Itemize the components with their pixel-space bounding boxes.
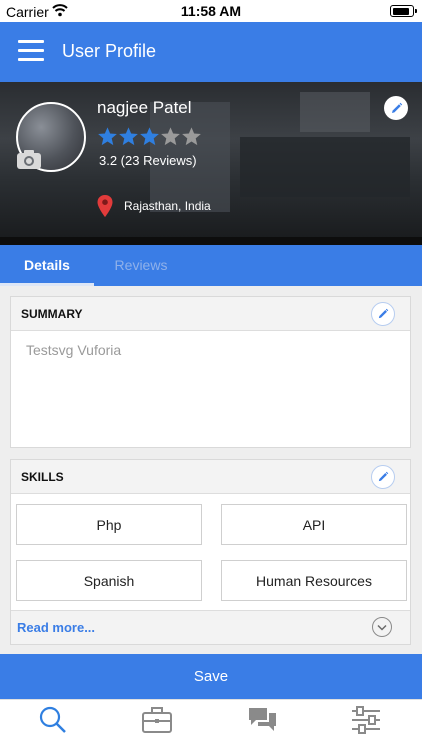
tab-details[interactable]: Details: [0, 245, 94, 286]
expand-skills-button[interactable]: [372, 617, 392, 637]
save-button[interactable]: Save: [0, 654, 422, 699]
skill-chip[interactable]: Php: [16, 504, 202, 545]
location-pin-icon: [97, 195, 113, 217]
hamburger-menu-icon[interactable]: [18, 40, 44, 62]
rating-text: 3.2 (23 Reviews): [99, 153, 197, 168]
star-filled-icon: [140, 127, 159, 146]
edit-summary-button[interactable]: [371, 302, 395, 326]
star-filled-icon: [119, 127, 138, 146]
pencil-icon: [378, 308, 389, 319]
page-title: User Profile: [62, 41, 157, 61]
skills-header: SKILLS: [11, 460, 410, 494]
search-icon: [39, 706, 66, 733]
tab-reviews[interactable]: Reviews: [94, 245, 188, 286]
camera-icon[interactable]: [16, 148, 42, 170]
skill-chip[interactable]: Spanish: [16, 560, 202, 601]
skill-chip[interactable]: Human Resources: [221, 560, 407, 601]
chat-icon: [249, 708, 276, 731]
nav-search[interactable]: [37, 705, 77, 737]
battery-level: [392, 7, 409, 15]
skill-chip[interactable]: API: [221, 504, 407, 545]
star-empty-icon: [161, 127, 180, 146]
skills-title: SKILLS: [21, 470, 64, 484]
edit-profile-button[interactable]: [384, 96, 408, 120]
pencil-icon: [378, 471, 389, 482]
profile-header: nagjee Patel 3.2 (23 Reviews) Rajasthan,…: [0, 82, 422, 245]
read-more-link[interactable]: Read more...: [17, 620, 95, 635]
location-text: Rajasthan, India: [124, 199, 211, 213]
nav-messages[interactable]: [246, 705, 286, 737]
star-filled-icon: [98, 127, 117, 146]
app-bar: User Profile: [0, 22, 422, 82]
briefcase-icon: [142, 707, 172, 733]
star-empty-icon: [182, 127, 201, 146]
edit-skills-button[interactable]: [371, 465, 395, 489]
profile-tabs: Details Reviews: [0, 245, 422, 286]
clock: 11:58 AM: [180, 3, 242, 19]
summary-header: SUMMARY: [11, 297, 410, 331]
status-bar: Carrier 11:58 AM: [0, 0, 422, 22]
rating-stars: [97, 126, 202, 148]
user-name: nagjee Patel: [97, 98, 192, 117]
skills-card: SKILLS Php API Spanish Human Resources R…: [10, 459, 411, 645]
settings-sliders-icon: [352, 706, 380, 734]
pencil-icon: [391, 102, 402, 113]
summary-title: SUMMARY: [21, 307, 83, 321]
read-more-row: Read more...: [11, 610, 410, 644]
summary-card: SUMMARY Testsvg Vuforia: [10, 296, 411, 448]
bottom-nav: [0, 699, 422, 750]
background-photo-detail: [240, 137, 410, 197]
battery-icon: [390, 5, 417, 17]
nav-jobs[interactable]: [141, 705, 181, 737]
summary-text: Testsvg Vuforia: [26, 342, 122, 358]
chevron-down-icon: [377, 624, 387, 631]
background-photo-window: [300, 92, 370, 132]
nav-settings[interactable]: [350, 705, 390, 737]
header-bottom-bar: [0, 237, 422, 245]
